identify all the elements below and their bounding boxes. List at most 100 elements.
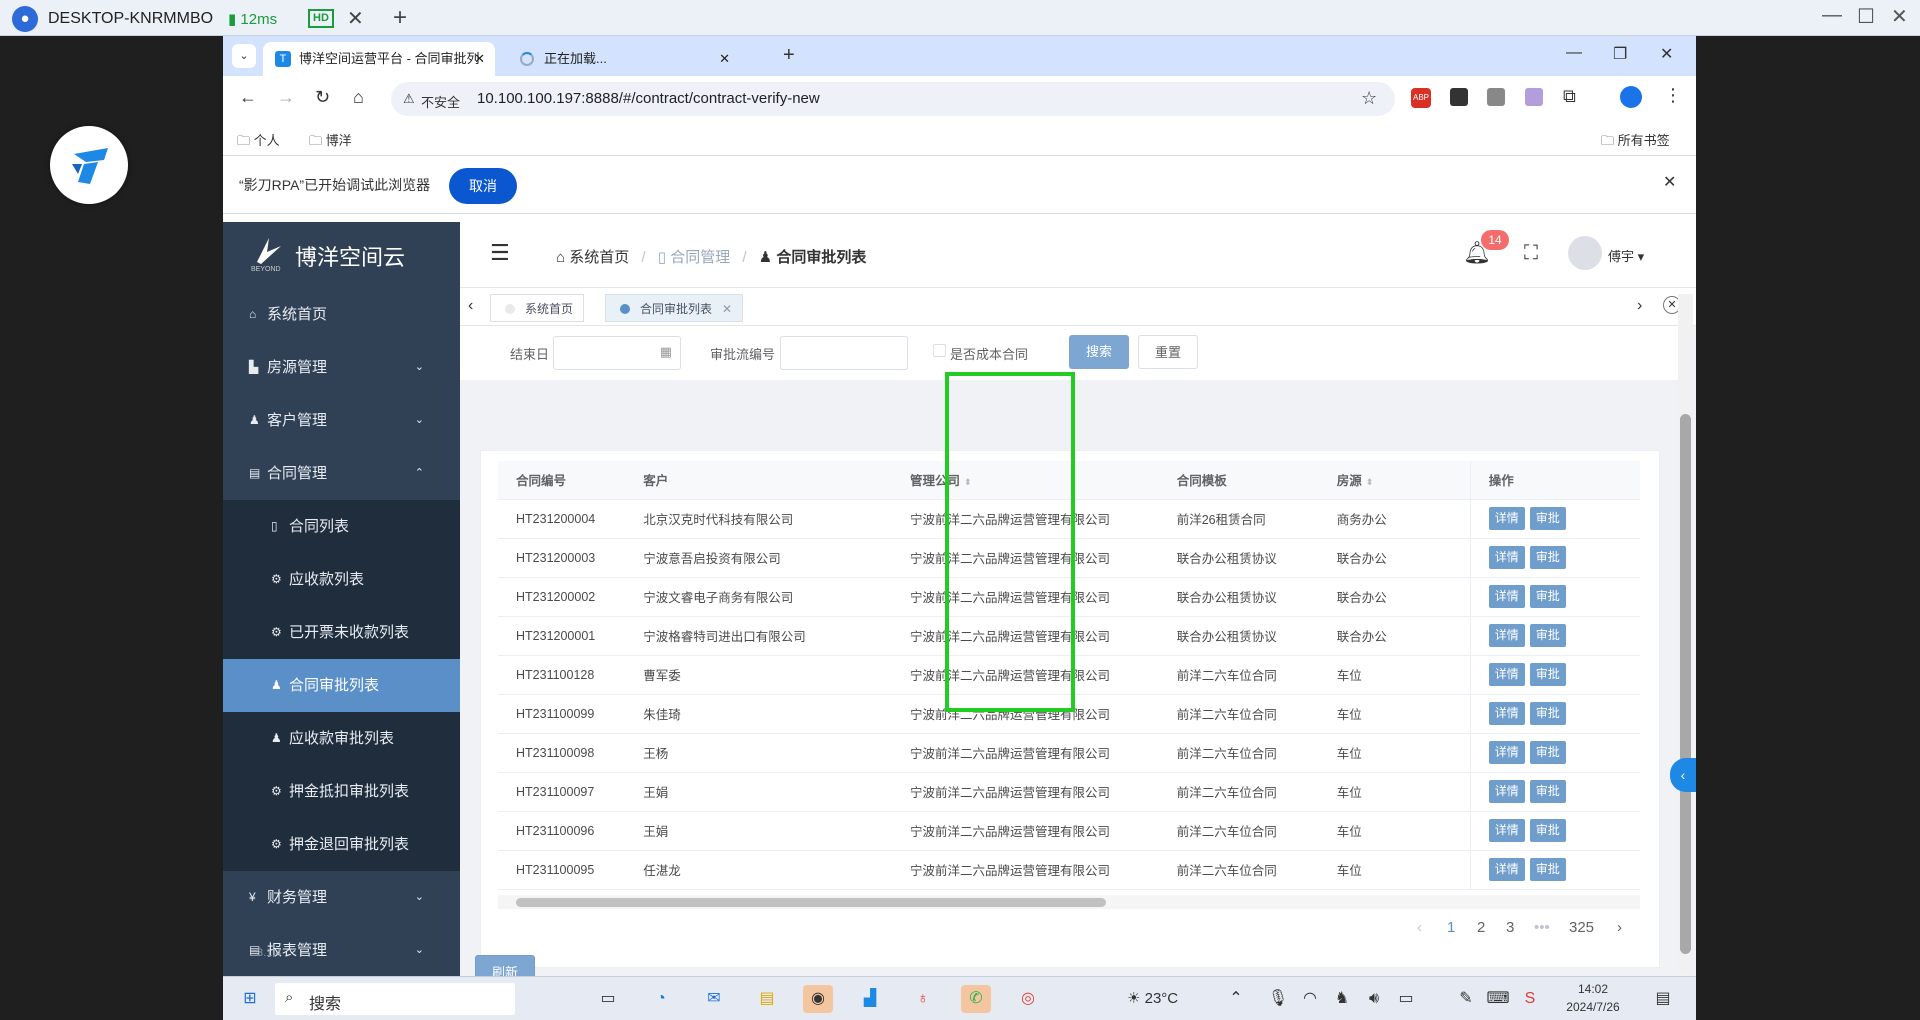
bookmark-folder-boyang[interactable]: 🗀 博洋 xyxy=(309,130,352,154)
mail-icon[interactable]: ✉ xyxy=(699,985,729,1013)
minimize-icon[interactable]: — xyxy=(1566,44,1582,62)
pen-icon[interactable]: ✎ xyxy=(1451,985,1481,1013)
sidebar-item[interactable]: ⚙ 押金退回审批列表 xyxy=(223,818,460,871)
sidebar-item[interactable]: ♟ 应收款审批列表 xyxy=(223,712,460,765)
end-date-input[interactable]: ▦ xyxy=(553,336,681,370)
approve-button[interactable]: 审批 xyxy=(1529,702,1566,725)
detail-button[interactable]: 详情 xyxy=(1488,780,1525,803)
qq-icon[interactable]: ♞ xyxy=(1327,985,1357,1013)
approve-button[interactable]: 审批 xyxy=(1529,585,1566,608)
new-tab-button[interactable]: + xyxy=(783,44,795,67)
window-close-icon[interactable]: ✕ xyxy=(1891,4,1908,29)
profile-icon[interactable] xyxy=(1620,86,1642,108)
detail-button[interactable]: 详情 xyxy=(1488,507,1525,530)
chrome-icon[interactable]: ◎ xyxy=(1013,985,1043,1013)
user-avatar-icon[interactable]: ● xyxy=(12,6,38,32)
clock[interactable]: 14:02 2024/7/26 xyxy=(1563,980,1623,1016)
approve-button[interactable]: 审批 xyxy=(1529,624,1566,647)
extension-icon[interactable] xyxy=(1525,88,1543,106)
bookmark-star-icon[interactable]: ☆ xyxy=(1361,88,1377,109)
infobar-close-icon[interactable]: ✕ xyxy=(1663,172,1676,192)
column-header[interactable]: 房源 ⬍ xyxy=(1318,461,1471,500)
column-header[interactable]: 管理公司 ⬍ xyxy=(891,461,1159,500)
detail-button[interactable]: 详情 xyxy=(1488,741,1525,764)
extension-icon[interactable] xyxy=(1487,88,1505,106)
volume-icon[interactable]: 🔊︎ xyxy=(1359,985,1389,1013)
detail-button[interactable]: 详情 xyxy=(1488,858,1525,881)
tag-contract-verify[interactable]: 合同审批列表 ✕ xyxy=(605,294,744,323)
avatar[interactable] xyxy=(1568,236,1602,270)
vertical-scrollbar[interactable] xyxy=(1678,294,1693,974)
tag-close-icon[interactable]: ✕ xyxy=(722,295,732,323)
username[interactable]: 傅宇 ▾ xyxy=(1608,246,1644,265)
reset-button[interactable]: 重置 xyxy=(1138,335,1198,369)
prev-page-icon[interactable]: ‹ xyxy=(1417,919,1422,936)
detail-button[interactable]: 详情 xyxy=(1488,546,1525,569)
microphone-icon[interactable]: 🎙︎ xyxy=(1263,985,1293,1013)
detail-button[interactable]: 详情 xyxy=(1488,702,1525,725)
sidebar-item[interactable]: ⚙ 押金抵扣审批列表 xyxy=(223,765,460,818)
app-icon[interactable]: ◉ xyxy=(803,985,833,1013)
yingdao-taskbar-icon[interactable]: ▟ xyxy=(855,985,885,1013)
cancel-debug-button[interactable]: 取消 xyxy=(449,168,517,204)
hd-badge[interactable]: HD xyxy=(308,9,334,28)
approve-button[interactable]: 审批 xyxy=(1529,741,1566,764)
tab-loading[interactable]: 正在加载... ✕ xyxy=(508,42,740,76)
tab-close-icon[interactable]: ✕ xyxy=(719,42,730,76)
tab-search-icon[interactable]: ⌄ xyxy=(232,44,256,68)
detail-button[interactable]: 详情 xyxy=(1488,663,1525,686)
restore-icon[interactable]: ❐ xyxy=(1613,44,1627,64)
horizontal-scrollbar[interactable] xyxy=(498,895,1640,909)
detail-button[interactable]: 详情 xyxy=(1488,819,1525,842)
cost-contract-checkbox[interactable] xyxy=(933,344,946,357)
close-icon[interactable]: ✕ xyxy=(347,6,364,31)
security-label[interactable]: 不安全 xyxy=(421,92,460,111)
sidebar-item[interactable]: ¥ 财务管理 ⌄ xyxy=(223,871,460,924)
page-3[interactable]: 3 xyxy=(1506,919,1514,936)
weather[interactable]: ☀ 23°C xyxy=(1127,989,1178,1007)
tags-right-arrow-icon[interactable]: › xyxy=(1637,297,1642,315)
breadcrumb-contract[interactable]: 合同管理 xyxy=(670,249,730,266)
sort-icon[interactable]: ⬍ xyxy=(1366,477,1374,487)
edge-icon[interactable]: ◔ xyxy=(646,985,676,1013)
collapse-side-icon[interactable]: ‹ xyxy=(1670,758,1696,792)
sidebar-item[interactable]: ⌂ 系统首页 xyxy=(223,288,460,341)
tag-home[interactable]: 系统首页 xyxy=(490,294,585,322)
file-explorer-icon[interactable]: ▤ xyxy=(752,985,782,1013)
hamburger-icon[interactable]: ☰ xyxy=(490,240,510,266)
page-last[interactable]: 325 xyxy=(1569,919,1594,936)
sidebar-item[interactable]: ⚙ 已开票未收款列表 xyxy=(223,606,460,659)
url-text[interactable]: 10.100.100.197:8888/#/contract/contract-… xyxy=(477,90,820,107)
tab-contract-verify[interactable]: T 博洋空间运营平台 - 合同审批列 ✕ xyxy=(263,42,495,76)
scrollbar-thumb[interactable] xyxy=(516,898,1106,907)
address-bar[interactable]: ⚠ 不安全 10.100.100.197:8888/#/contract/con… xyxy=(391,82,1395,116)
adblock-icon[interactable]: ABP xyxy=(1411,88,1431,108)
breadcrumb-home[interactable]: 系统首页 xyxy=(569,249,629,266)
page-2[interactable]: 2 xyxy=(1477,919,1485,936)
input-method-icon[interactable]: ⌨ xyxy=(1483,985,1513,1013)
app-icon[interactable]: ♁ xyxy=(908,985,938,1013)
sidebar-item[interactable]: ▙ 房源管理 ⌄ xyxy=(223,341,460,394)
battery-icon[interactable]: ▭ xyxy=(1391,985,1421,1013)
bookmark-folder-personal[interactable]: 🗀 个人 xyxy=(237,130,280,154)
approve-button[interactable]: 审批 xyxy=(1529,819,1566,842)
flow-no-input[interactable] xyxy=(780,336,908,370)
task-view-icon[interactable]: ▭ xyxy=(593,985,623,1013)
reload-icon[interactable]: ↻ xyxy=(315,87,330,108)
sidebar-item[interactable]: ▯ 合同列表 xyxy=(223,500,460,553)
tags-left-arrow-icon[interactable]: ‹ xyxy=(468,297,473,315)
sidebar-item[interactable]: ⚙ 应收款列表 xyxy=(223,553,460,606)
tray-chevron-icon[interactable]: ⌃ xyxy=(1221,985,1251,1013)
maximize-icon[interactable]: ☐ xyxy=(1857,4,1875,29)
notification-center-icon[interactable]: ▤ xyxy=(1648,985,1678,1013)
cost-contract-label[interactable]: 是否成本合同 xyxy=(950,344,1028,363)
more-menu-icon[interactable]: ⋮ xyxy=(1664,85,1682,106)
yingdao-app-icon[interactable] xyxy=(50,126,128,204)
approve-button[interactable]: 审批 xyxy=(1529,546,1566,569)
next-page-icon[interactable]: › xyxy=(1617,919,1622,936)
app-tray-icon[interactable]: S xyxy=(1515,985,1545,1013)
page-ellipsis[interactable]: ••• xyxy=(1534,919,1550,936)
detail-button[interactable]: 详情 xyxy=(1488,585,1525,608)
page-1[interactable]: 1 xyxy=(1447,919,1455,936)
approve-button[interactable]: 审批 xyxy=(1529,858,1566,881)
